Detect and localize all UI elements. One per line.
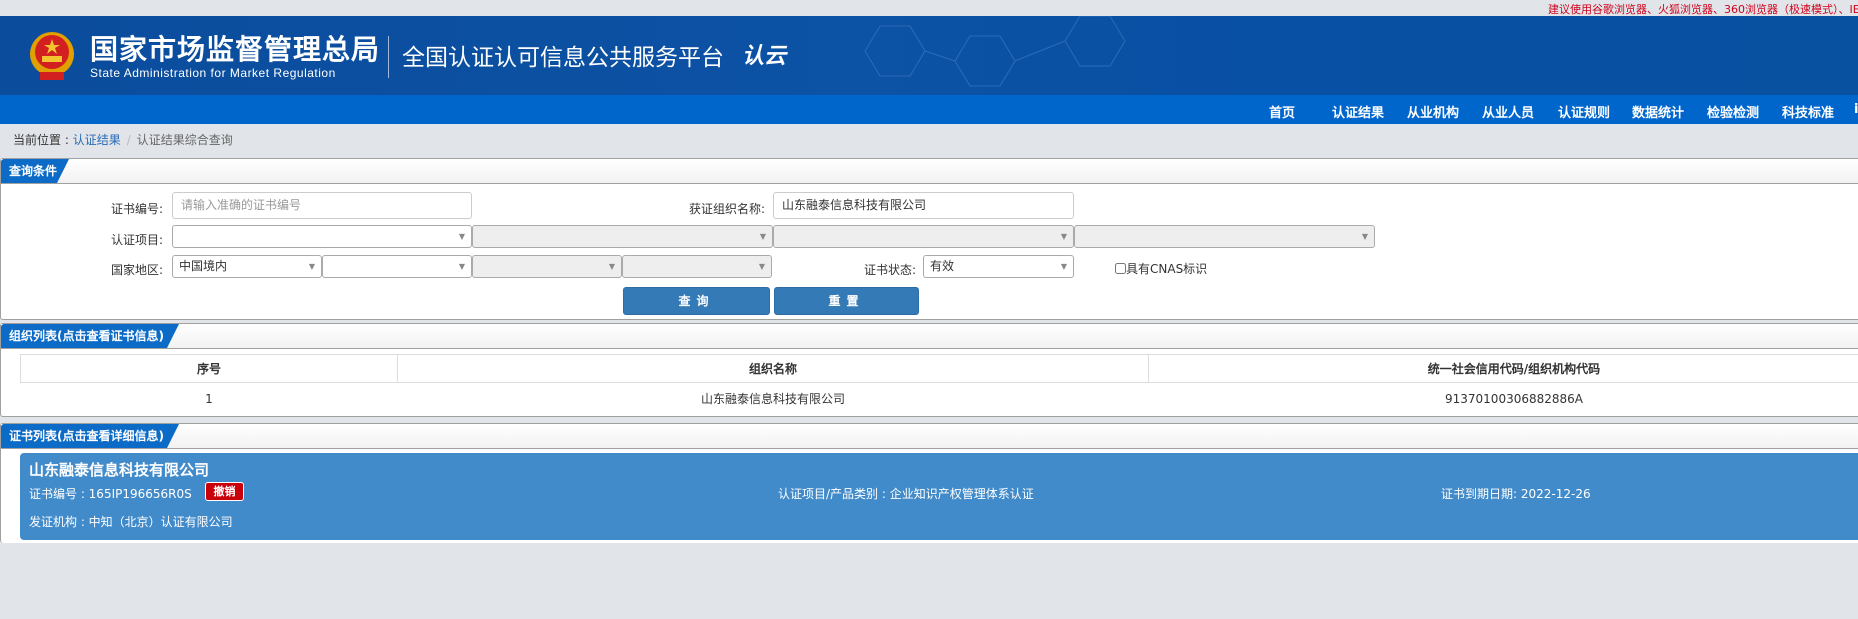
national-emblem-icon [30, 32, 74, 80]
project-select-4[interactable]: ▼ [1074, 225, 1375, 248]
query-panel-title: 查询条件 [1, 159, 69, 183]
project-select-2[interactable]: ▼ [472, 225, 773, 248]
chevron-down-icon: ▼ [1361, 232, 1368, 241]
status-label: 证书状态: [863, 263, 916, 277]
breadcrumb-current: 认证结果综合查询 [136, 133, 233, 147]
breadcrumb-link-cert-results[interactable]: 认证结果 [73, 133, 121, 147]
region-select-3[interactable]: ▼ [472, 255, 622, 278]
region-select-1[interactable]: 中国境内 ▼ [172, 255, 322, 278]
cert-expiry: 证书到期日期: 2022-12-26 [1441, 487, 1591, 501]
query-panel-header: 查询条件 [1, 159, 1858, 184]
cell-credit-code: 91370100306882886A [1148, 382, 1858, 415]
platform-title: 全国认证认可信息公共服务平台 [402, 45, 724, 71]
col-header-org-name: 组织名称 [397, 354, 1149, 383]
region-value: 中国境内 [179, 259, 228, 273]
org-name-input[interactable]: 山东融泰信息科技有限公司 [773, 192, 1074, 219]
nav-item-cert-results[interactable]: 认证结果 [1332, 102, 1384, 121]
breadcrumb-separator: / [126, 133, 131, 147]
chevron-down-icon: ▼ [759, 232, 766, 241]
breadcrumb: 当前位置 : 认证结果 / 认证结果综合查询 [13, 131, 233, 148]
chevron-down-icon: ▼ [458, 232, 465, 241]
reset-button[interactable]: 重置 [774, 287, 919, 315]
cnas-checkbox[interactable] [1115, 263, 1126, 274]
nav-item-personnel[interactable]: 从业人员 [1482, 102, 1534, 121]
cert-list-header: 证书列表(点击查看详细信息) [1, 424, 1858, 449]
status-value: 有效 [930, 259, 955, 273]
cert-issuer: 发证机构 : 中知（北京）认证有限公司 [29, 515, 233, 529]
search-button[interactable]: 查询 [623, 287, 770, 315]
org-list-header: 组织列表(点击查看证书信息) [1, 324, 1858, 349]
region-label: 国家地区: [110, 263, 163, 277]
org-name-label: 获证组织名称: [688, 202, 765, 216]
site-banner: 国家市场监督管理总局 State Administration for Mark… [0, 16, 1858, 95]
browser-notice: 建议使用谷歌浏览器、火狐浏览器、360浏览器（极速模式）、IE9+（非 [1548, 3, 1858, 16]
network-pattern-decoration [864, 16, 1126, 87]
cell-org-name[interactable]: 山东融泰信息科技有限公司 [397, 382, 1149, 415]
chevron-down-icon: ▼ [458, 262, 465, 271]
cert-number: 证书编号 : 165IP196656R0S [29, 487, 192, 501]
chevron-down-icon: ▼ [608, 262, 615, 271]
col-header-index: 序号 [20, 354, 398, 383]
org-list-panel: 组织列表(点击查看证书信息) 序号 组织名称 统一社会信用代码/组织机构代码 1… [0, 323, 1858, 417]
nav-item-inspection[interactable]: 检验检测 [1707, 102, 1759, 121]
table-row[interactable]: 1 山东融泰信息科技有限公司 91370100306882886A [20, 382, 1858, 415]
platform-logo: 认云 [742, 44, 787, 69]
chevron-down-icon: ▼ [308, 262, 315, 271]
cert-card[interactable]: 山东融泰信息科技有限公司 证书编号 : 165IP196656R0S 撤销 认证… [20, 453, 1858, 540]
cell-index: 1 [20, 382, 398, 415]
project-select-1[interactable]: ▼ [172, 225, 472, 248]
nav-item-home[interactable]: 首页 [1269, 102, 1295, 121]
main-nav: 首页 认证结果 从业机构 从业人员 认证规则 数据统计 检验检测 科技标准 i [0, 95, 1858, 124]
cert-org-name: 山东融泰信息科技有限公司 [29, 461, 210, 479]
status-badge: 撤销 [205, 482, 244, 501]
cert-no-label: 证书编号: [110, 202, 163, 216]
cnas-checkbox-label[interactable]: 具有CNAS标识 [1115, 260, 1207, 277]
cert-project: 认证项目/产品类别 : 企业知识产权管理体系认证 [778, 487, 1034, 501]
query-panel: 查询条件 证书编号: 请输入准确的证书编号 获证组织名称: 山东融泰信息科技有限… [0, 158, 1858, 320]
agency-name-en: State Administration for Market Regulati… [90, 66, 336, 80]
nav-item-more[interactable]: i [1854, 102, 1858, 117]
cert-no-input[interactable]: 请输入准确的证书编号 [172, 192, 472, 219]
cert-list-panel: 证书列表(点击查看详细信息) 山东融泰信息科技有限公司 证书编号 : 165IP… [0, 423, 1858, 543]
region-select-4[interactable]: ▼ [622, 255, 772, 278]
nav-item-standards[interactable]: 科技标准 [1782, 102, 1834, 121]
header-divider [388, 36, 389, 78]
chevron-down-icon: ▼ [1060, 262, 1067, 271]
chevron-down-icon: ▼ [758, 262, 765, 271]
nav-item-rules[interactable]: 认证规则 [1558, 102, 1610, 121]
project-select-3[interactable]: ▼ [773, 225, 1074, 248]
org-table: 序号 组织名称 统一社会信用代码/组织机构代码 1 山东融泰信息科技有限公司 9… [20, 354, 1858, 415]
nav-item-statistics[interactable]: 数据统计 [1632, 102, 1684, 121]
status-select[interactable]: 有效 ▼ [923, 255, 1074, 278]
agency-name-cn: 国家市场监督管理总局 [90, 33, 381, 66]
cert-list-title: 证书列表(点击查看详细信息) [1, 424, 179, 448]
org-list-title: 组织列表(点击查看证书信息) [1, 324, 179, 348]
region-select-2[interactable]: ▼ [322, 255, 472, 278]
nav-item-institutions[interactable]: 从业机构 [1407, 102, 1459, 121]
table-header-row: 序号 组织名称 统一社会信用代码/组织机构代码 [20, 354, 1858, 383]
col-header-credit-code: 统一社会信用代码/组织机构代码 [1148, 354, 1858, 383]
breadcrumb-prefix: 当前位置 : [13, 133, 73, 147]
project-label: 认证项目: [110, 233, 163, 247]
cnas-label-text: 具有CNAS标识 [1126, 262, 1208, 276]
chevron-down-icon: ▼ [1060, 232, 1067, 241]
